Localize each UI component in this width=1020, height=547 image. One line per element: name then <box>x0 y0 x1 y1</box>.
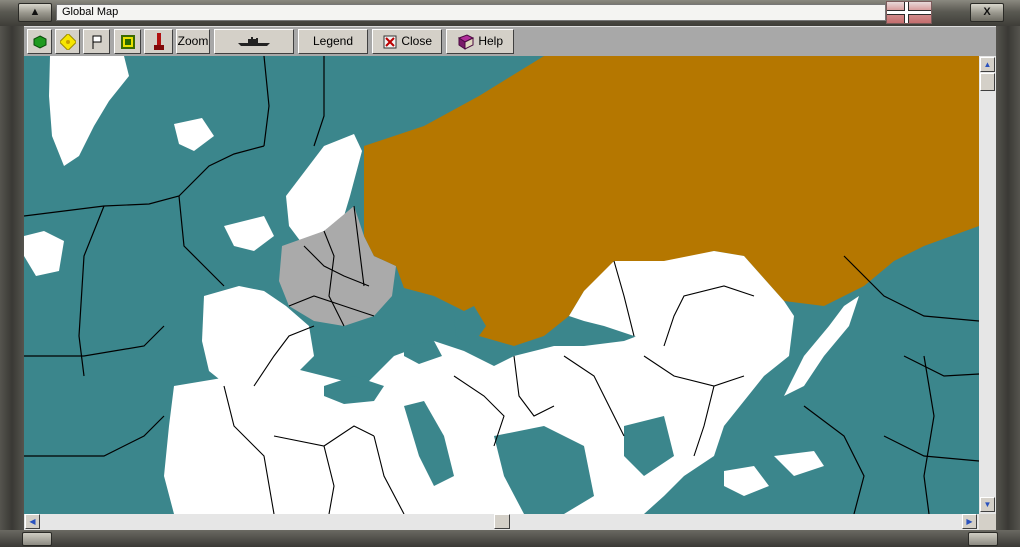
zoom-label: Zoom <box>177 34 209 48</box>
scroll-up-button[interactable]: ▲ <box>980 57 995 72</box>
toolbar: Zoom Legend Close Help <box>24 26 996 57</box>
scroll-right-button[interactable]: ▶ <box>962 514 977 529</box>
left-frame-bar <box>0 26 24 530</box>
terrain-button[interactable] <box>27 29 52 54</box>
help-label: Help <box>478 34 504 48</box>
window-title: Global Map <box>56 4 886 21</box>
ship-icon <box>238 36 270 46</box>
close-window-button[interactable]: X <box>970 3 1004 22</box>
minimize-icon: ▲ <box>29 6 41 18</box>
horizontal-scroll-thumb[interactable] <box>494 514 510 529</box>
building-icon <box>120 34 135 49</box>
minimize-button[interactable]: ▲ <box>18 3 52 22</box>
title-bar[interactable]: ▲ Global Map X <box>0 0 1020 27</box>
horizontal-scrollbar[interactable]: ◀ ▶ <box>24 514 979 530</box>
bottom-frame-bar <box>0 530 1020 547</box>
red-figure-icon <box>153 32 164 50</box>
resources-button[interactable] <box>55 29 80 54</box>
close-icon: X <box>983 6 991 18</box>
close-label: Close <box>401 34 433 48</box>
help-book-icon <box>457 34 475 50</box>
green-hexagon-icon <box>33 35 46 49</box>
legend-label: Legend <box>312 34 354 48</box>
vertical-scrollbar[interactable]: ▲ ▼ <box>979 56 996 514</box>
zoom-button[interactable]: Zoom <box>176 29 210 54</box>
scroll-left-button[interactable]: ◀ <box>25 514 40 529</box>
help-button[interactable]: Help <box>446 29 514 54</box>
cities-button[interactable] <box>114 29 141 54</box>
chevron-left-icon: ◀ <box>29 517 36 526</box>
yellow-pin-icon <box>59 33 76 50</box>
fleet-button[interactable] <box>214 29 294 54</box>
chevron-right-icon: ▶ <box>966 517 973 526</box>
scroll-down-button[interactable]: ▼ <box>980 497 995 512</box>
global-map[interactable] <box>24 56 979 514</box>
chevron-up-icon: ▲ <box>983 60 992 69</box>
scrollbar-corner <box>979 514 996 530</box>
right-frame-bar <box>996 26 1020 530</box>
close-doc-icon <box>383 35 397 49</box>
flags-button[interactable] <box>83 29 110 54</box>
vertical-scroll-thumb[interactable] <box>980 73 995 91</box>
iron-cross-flag-icon <box>886 1 932 24</box>
legend-button[interactable]: Legend <box>298 29 368 54</box>
white-flag-icon <box>92 35 101 49</box>
resize-grip-right[interactable] <box>968 532 998 546</box>
units-button[interactable] <box>144 29 173 54</box>
close-button[interactable]: Close <box>372 29 442 54</box>
resize-grip-left[interactable] <box>22 532 52 546</box>
chevron-down-icon: ▼ <box>983 500 992 509</box>
